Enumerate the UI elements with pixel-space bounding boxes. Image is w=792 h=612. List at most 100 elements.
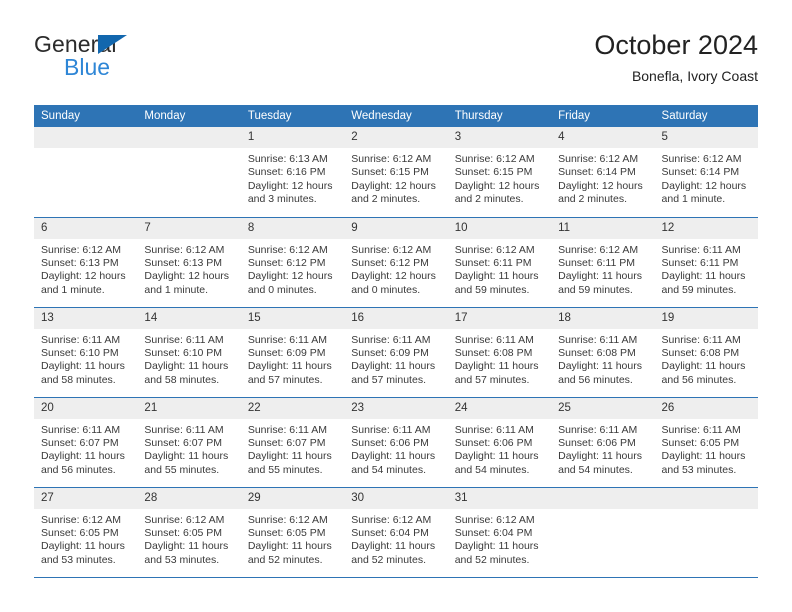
sunset-text: Sunset: 6:08 PM [558, 346, 636, 359]
calendar-cell-day[interactable]: 13 Sunrise: 6:11 AM Sunset: 6:10 PM Dayligh… [34, 307, 138, 398]
calendar-header-row: Sunday Monday Tuesday Wednesday Thursday… [34, 105, 758, 127]
general-blue-logo[interactable]: General Blue [34, 32, 264, 79]
day-cell [137, 127, 241, 217]
calendar-cell-day[interactable]: 5 Sunrise: 6:12 AM Sunset: 6:14 PM Daylight… [654, 127, 758, 218]
calendar-week-row: 13 Sunrise: 6:11 AM Sunset: 6:10 PM Dayligh… [34, 307, 758, 398]
calendar-cell-day[interactable]: 16 Sunrise: 6:11 AM Sunset: 6:09 PM Dayligh… [344, 307, 448, 398]
day-sun-info: Sunrise: 6:11 AM Sunset: 6:07 PM Daylight:… [34, 419, 137, 478]
calendar-cell-empty [654, 487, 758, 578]
sunset-text: Sunset: 6:07 PM [144, 436, 223, 449]
calendar-cell-day[interactable]: 24 Sunrise: 6:11 AM Sunset: 6:06 PM Dayligh… [447, 397, 552, 488]
daylight-text-line1: Daylight: 12 hours [351, 270, 436, 283]
day-number: 2 [344, 127, 448, 148]
calendar-cell-day[interactable]: 25 Sunrise: 6:11 AM Sunset: 6:06 PM Dayligh… [551, 397, 655, 488]
day-number: 9 [344, 217, 448, 239]
day-number: 27 [34, 487, 138, 509]
calendar-cell-day[interactable]: 2 Sunrise: 6:12 AM Sunset: 6:15 PM Daylight… [344, 127, 448, 218]
day-cell: 25 Sunrise: 6:11 AM Sunset: 6:06 PM Dayligh… [551, 397, 655, 487]
calendar-cell-day[interactable]: 7 Sunrise: 6:12 AM Sunset: 6:13 PM Daylight… [137, 217, 241, 308]
calendar-page: General Blue October 2024 Bonefla, Ivory… [0, 0, 792, 612]
calendar-cell-day[interactable]: 31 Sunrise: 6:12 AM Sunset: 6:04 PM Dayligh… [447, 487, 552, 578]
sunrise-text: Sunrise: 6:12 AM [661, 153, 742, 165]
daylight-text-line1: Daylight: 11 hours [41, 450, 125, 463]
daylight-text-line2: and 54 minutes. [454, 463, 530, 476]
day-sun-info: Sunrise: 6:11 AM Sunset: 6:07 PM Daylight:… [241, 419, 344, 478]
calendar-cell-day[interactable]: 1 Sunrise: 6:13 AM Sunset: 6:16 PM Daylight… [240, 127, 345, 218]
calendar-cell-day[interactable]: 9 Sunrise: 6:12 AM Sunset: 6:12 PM Daylight… [344, 217, 448, 308]
calendar-cell-day[interactable]: 19 Sunrise: 6:11 AM Sunset: 6:08 PM Dayligh… [654, 307, 758, 398]
daylight-text-line1: Daylight: 12 hours [661, 179, 747, 192]
daylight-text-line1: Daylight: 11 hours [247, 360, 332, 373]
calendar-week-row: 20 Sunrise: 6:11 AM Sunset: 6:07 PM Dayligh… [34, 397, 758, 488]
day-number: 26 [654, 397, 758, 419]
page-subtitle: Bonefla, Ivory Coast [631, 68, 758, 84]
day-cell: 11 Sunrise: 6:12 AM Sunset: 6:11 PM Dayligh… [551, 217, 655, 307]
sunset-text: Sunset: 6:10 PM [144, 346, 223, 359]
calendar-cell-day[interactable]: 6 Sunrise: 6:12 AM Sunset: 6:13 PM Daylight… [34, 217, 138, 308]
calendar-cell-day[interactable]: 22 Sunrise: 6:11 AM Sunset: 6:07 PM Dayligh… [240, 397, 345, 488]
sunrise-text: Sunrise: 6:12 AM [41, 243, 121, 256]
weekday-header-thursday: Thursday [447, 105, 552, 127]
sunrise-text: Sunrise: 6:11 AM [558, 423, 638, 436]
daylight-text-line2: and 59 minutes. [558, 283, 633, 296]
day-number: 4 [551, 127, 655, 148]
sunrise-text: Sunrise: 6:12 AM [247, 243, 328, 256]
weekday-header-monday: Monday [137, 105, 241, 127]
calendar-cell-day[interactable]: 10 Sunrise: 6:12 AM Sunset: 6:11 PM Dayligh… [447, 217, 552, 308]
day-number [654, 487, 758, 509]
day-cell: 20 Sunrise: 6:11 AM Sunset: 6:07 PM Dayligh… [34, 397, 138, 487]
calendar-cell-day[interactable]: 21 Sunrise: 6:11 AM Sunset: 6:07 PM Dayligh… [137, 397, 241, 488]
calendar-cell-day[interactable]: 8 Sunrise: 6:12 AM Sunset: 6:12 PM Daylight… [240, 217, 345, 308]
daylight-text-line1: Daylight: 11 hours [41, 540, 125, 553]
day-number: 31 [447, 487, 552, 509]
day-number: 25 [551, 397, 655, 419]
daylight-text-line1: Daylight: 12 hours [144, 270, 230, 283]
calendar-cell-day[interactable]: 23 Sunrise: 6:11 AM Sunset: 6:06 PM Dayligh… [344, 397, 448, 488]
calendar-cell-day[interactable]: 30 Sunrise: 6:12 AM Sunset: 6:04 PM Dayligh… [344, 487, 448, 578]
day-sun-info: Sunrise: 6:11 AM Sunset: 6:06 PM Daylight:… [448, 419, 551, 478]
day-number: 23 [344, 397, 448, 419]
calendar-table: Sunday Monday Tuesday Wednesday Thursday… [34, 105, 758, 578]
calendar-cell-day[interactable]: 4 Sunrise: 6:12 AM Sunset: 6:14 PM Daylight… [551, 127, 655, 218]
day-number: 3 [447, 127, 552, 148]
calendar-cell-day[interactable]: 12 Sunrise: 6:11 AM Sunset: 6:11 PM Dayligh… [654, 217, 758, 308]
day-cell: 16 Sunrise: 6:11 AM Sunset: 6:09 PM Dayligh… [344, 307, 448, 397]
calendar-cell-day[interactable]: 20 Sunrise: 6:11 AM Sunset: 6:07 PM Dayligh… [34, 397, 138, 488]
calendar-cell-day[interactable]: 17 Sunrise: 6:11 AM Sunset: 6:08 PM Dayligh… [447, 307, 552, 398]
daylight-text-line2: and 53 minutes. [41, 553, 116, 566]
sunrise-text: Sunrise: 6:12 AM [41, 513, 121, 526]
calendar-cell-day[interactable]: 26 Sunrise: 6:11 AM Sunset: 6:05 PM Dayligh… [654, 397, 758, 488]
sunrise-text: Sunrise: 6:12 AM [558, 243, 639, 256]
calendar-cell-day[interactable]: 29 Sunrise: 6:12 AM Sunset: 6:05 PM Dayligh… [240, 487, 345, 578]
calendar-cell-day[interactable]: 11 Sunrise: 6:12 AM Sunset: 6:11 PM Dayligh… [551, 217, 655, 308]
calendar-cell-day[interactable]: 28 Sunrise: 6:12 AM Sunset: 6:05 PM Dayligh… [137, 487, 241, 578]
calendar-cell-day[interactable]: 3 Sunrise: 6:12 AM Sunset: 6:15 PM Daylight… [447, 127, 552, 218]
calendar-cell-day[interactable]: 27 Sunrise: 6:12 AM Sunset: 6:05 PM Dayligh… [34, 487, 138, 578]
day-cell: 18 Sunrise: 6:11 AM Sunset: 6:08 PM Dayligh… [551, 307, 655, 397]
day-cell: 13 Sunrise: 6:11 AM Sunset: 6:10 PM Dayligh… [34, 307, 138, 397]
day-sun-info: Sunrise: 6:11 AM Sunset: 6:08 PM Daylight:… [448, 329, 551, 388]
calendar-cell-day[interactable]: 14 Sunrise: 6:11 AM Sunset: 6:10 PM Dayligh… [137, 307, 241, 398]
day-sun-info: Sunrise: 6:12 AM Sunset: 6:05 PM Daylight:… [241, 509, 344, 568]
sunrise-text: Sunrise: 6:11 AM [351, 423, 431, 436]
daylight-text-line2: and 54 minutes. [558, 463, 633, 476]
day-sun-info: Sunrise: 6:11 AM Sunset: 6:08 PM Daylight:… [551, 329, 654, 388]
sunset-text: Sunset: 6:15 PM [351, 166, 429, 179]
daylight-text-line2: and 53 minutes. [144, 553, 220, 566]
calendar-cell-day[interactable]: 15 Sunrise: 6:11 AM Sunset: 6:09 PM Dayligh… [240, 307, 345, 398]
day-sun-info: Sunrise: 6:12 AM Sunset: 6:15 PM Daylight:… [448, 148, 551, 207]
day-cell: 22 Sunrise: 6:11 AM Sunset: 6:07 PM Dayligh… [240, 397, 345, 487]
calendar-cell-day[interactable]: 18 Sunrise: 6:11 AM Sunset: 6:08 PM Dayligh… [551, 307, 655, 398]
daylight-text-line1: Daylight: 11 hours [454, 450, 539, 463]
sunrise-text: Sunrise: 6:11 AM [558, 333, 638, 346]
day-cell: 29 Sunrise: 6:12 AM Sunset: 6:05 PM Dayligh… [240, 487, 345, 577]
daylight-text-line2: and 55 minutes. [144, 463, 220, 476]
day-number: 21 [137, 397, 241, 419]
daylight-text-line2: and 2 minutes. [351, 193, 421, 206]
calendar-week-row: 27 Sunrise: 6:12 AM Sunset: 6:05 PM Dayligh… [34, 487, 758, 578]
daylight-text-line2: and 56 minutes. [41, 463, 116, 476]
daylight-text-line1: Daylight: 11 hours [454, 360, 539, 373]
sunset-text: Sunset: 6:14 PM [661, 166, 740, 179]
day-number: 16 [344, 307, 448, 329]
page-title: October 2024 [594, 30, 758, 60]
